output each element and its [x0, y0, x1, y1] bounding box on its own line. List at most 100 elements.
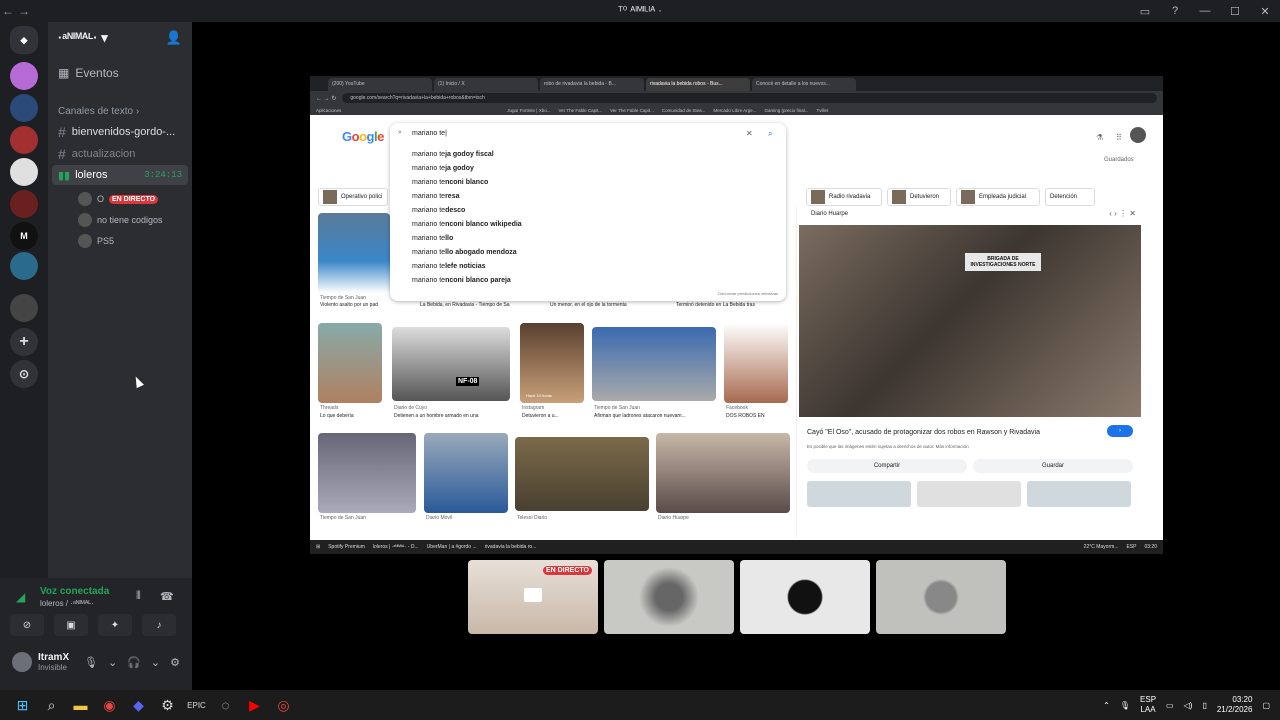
noise-suppression-icon[interactable]: ⦀ [136, 590, 141, 603]
chrome-icon[interactable]: ◉ [95, 690, 124, 720]
bookmark[interactable]: Mercado Libre Arge... [713, 108, 756, 113]
google-logo[interactable]: Google [342, 129, 384, 144]
suggestion-item[interactable]: mariano tello [412, 235, 453, 242]
chevron-down-icon[interactable]: ⌄ [108, 656, 117, 669]
user-panel[interactable]: ItramX Invisible [12, 652, 69, 672]
account-avatar[interactable] [1130, 127, 1146, 143]
activities-button[interactable]: ✦ [98, 614, 132, 636]
search-icon[interactable]: ⌕ [37, 690, 66, 720]
suggestion-item[interactable]: mariano teresa [412, 193, 459, 200]
clear-icon[interactable]: ✕ [746, 129, 753, 138]
filter-chip[interactable]: Empleada judicial [956, 188, 1040, 206]
preview-source[interactable]: Diario Huarpe [811, 211, 848, 217]
participant-tile[interactable] [604, 560, 734, 634]
bookmark[interactable]: Jugar Fortnite | Xbo... [507, 108, 550, 113]
browser-tab[interactable]: (1) Inicio / X [434, 78, 538, 91]
channel-actualizacion[interactable]: # actualizacion [58, 146, 186, 162]
server-icon[interactable] [10, 252, 38, 280]
soundboard-button[interactable]: ♪ [142, 614, 176, 636]
discord-icon[interactable]: ◆ [124, 690, 153, 720]
server-header[interactable]: ·ᵃᴺᴵᴹᴬᴸ· ▾ 👤 [48, 22, 192, 54]
server-icon[interactable] [10, 126, 38, 154]
server-icon[interactable]: M [10, 222, 38, 250]
image-result[interactable] [318, 433, 416, 513]
caption-title[interactable]: La Bebida, en Rivadavia - Tiempo de Sa [420, 302, 510, 308]
bookmark[interactable]: Comunidad de Stea... [662, 108, 706, 113]
camera-off-button[interactable]: ⊘ [10, 614, 44, 636]
caption-title[interactable]: Afirman que ladrones atacaron nuevam... [594, 413, 686, 419]
image-result[interactable] [515, 437, 649, 511]
bookmark[interactable]: Ver The Fable Capit... [558, 108, 602, 113]
share-button[interactable]: Compartir [807, 459, 967, 473]
add-member-icon[interactable]: 👤 [166, 30, 182, 46]
microphone-icon[interactable]: 🎙 [84, 656, 98, 669]
caption-title[interactable]: Detienen a un hombre armado en una [394, 413, 479, 419]
filter-chip[interactable]: Radio rivadavia [806, 188, 882, 206]
caption-title[interactable]: Terminó detenido en La Bebida tras [676, 302, 755, 308]
bookmark[interactable]: Ver The Fable Capit... [610, 108, 654, 113]
browser-tab[interactable]: robo de rivadavia la bebida - B... [540, 78, 644, 91]
search-input[interactable]: mariano te| [412, 130, 447, 137]
save-button[interactable]: Guardar [973, 459, 1133, 473]
channel-bienvenidos[interactable]: # bienvenidos-gordo-... [58, 124, 186, 140]
server-icon[interactable] [10, 158, 38, 186]
browser-tab-active[interactable]: rivadavia la bebida robos - Bus... [646, 78, 750, 91]
suggestion-item[interactable]: mariano tenconi blanco wikipedia [412, 221, 522, 228]
close-icon[interactable]: ✕ [1129, 209, 1136, 218]
bookmark[interactable]: Tvillet [816, 108, 828, 113]
screen-share-button[interactable]: ▣ [54, 614, 88, 636]
caption-title[interactable]: Lo que debería [320, 413, 354, 419]
visit-button[interactable]: › [1107, 425, 1133, 437]
suggestion-item[interactable]: mariano teja godoy fiscal [412, 151, 494, 158]
related-image[interactable] [807, 481, 911, 507]
file-explorer-icon[interactable]: ▬ [66, 690, 95, 720]
search-submit-icon[interactable]: ⌕ [768, 129, 772, 139]
voice-user[interactable]: O EN DIRECTO [78, 192, 159, 206]
add-server-icon[interactable]: + [10, 328, 38, 356]
chevron-up-icon[interactable]: ⌃ [1103, 701, 1110, 710]
server-icon[interactable] [10, 62, 38, 90]
image-result[interactable] [318, 323, 382, 403]
chevron-down-icon[interactable]: ⌄ [151, 656, 160, 669]
app-icon[interactable]: ◎ [269, 690, 298, 720]
stream-tile[interactable]: EN DIRECTO [468, 560, 598, 634]
suggestion-item[interactable]: mariano tello abogado mendoza [412, 249, 517, 256]
epic-games-icon[interactable]: EPIC [182, 690, 211, 720]
voice-status[interactable]: Voz conectada [40, 586, 109, 597]
apps-grid-icon[interactable]: ⠿ [1116, 133, 1122, 142]
saved-link[interactable]: Guardados [1104, 157, 1134, 163]
participant-tile[interactable] [740, 560, 870, 634]
youtube-icon[interactable]: ▶ [240, 690, 269, 720]
voice-user[interactable]: no tiene codigos [78, 213, 163, 227]
image-result[interactable] [424, 433, 508, 513]
server-folder-icon[interactable] [10, 294, 38, 322]
bookmark[interactable]: Gaming (precio final... [764, 108, 808, 113]
clock[interactable]: 03:20 21/2/2026 [1217, 695, 1253, 715]
image-result[interactable]: Hace 10 horas [520, 323, 584, 403]
bookmark[interactable]: Aplicaciones [316, 108, 341, 113]
caption-title[interactable]: DOS ROBOS EN [726, 413, 765, 419]
nav-arrows-icon[interactable]: ← → ↻ [316, 95, 336, 102]
inbox-icon[interactable]: ▭ [1130, 5, 1160, 18]
browser-tab[interactable]: Conocé en detalle a los nuevos... [752, 78, 856, 91]
suggestion-item[interactable]: mariano tenconi blanco pareja [412, 277, 511, 284]
voice-channel-loleros[interactable]: ▮▮ loleros 3:24:13 [52, 165, 188, 185]
filter-chip[interactable]: Detuvieron [887, 188, 951, 206]
stream-browser-window[interactable]: (200) YouTube (1) Inicio / X robo de riv… [310, 76, 1163, 554]
image-result[interactable] [592, 327, 716, 401]
preview-image[interactable]: BRIGADA DE INVESTIGACIONES NORTE [799, 225, 1141, 417]
minimize-button[interactable]: — [1190, 5, 1220, 17]
image-result[interactable] [724, 323, 788, 403]
steam-icon[interactable]: ⚙ [153, 690, 182, 720]
forward-arrow-icon[interactable]: → [16, 4, 32, 18]
category-text-channels[interactable]: Canales de texto › [58, 106, 139, 117]
image-result[interactable]: NF-08 [392, 327, 510, 401]
caption-title[interactable]: Detuvieron a u... [522, 413, 559, 419]
prev-icon[interactable]: ‹ [1109, 209, 1112, 218]
address-bar[interactable]: google.com/search?q=rivadavia+la+bebida+… [342, 93, 1157, 103]
suggestion-item[interactable]: mariano tedesco [412, 207, 465, 214]
filter-chip[interactable]: Operativo polici [318, 188, 388, 206]
disconnect-icon[interactable]: ☎ [160, 590, 174, 603]
image-result[interactable] [656, 433, 790, 513]
labs-icon[interactable]: ⚗ [1096, 133, 1103, 142]
